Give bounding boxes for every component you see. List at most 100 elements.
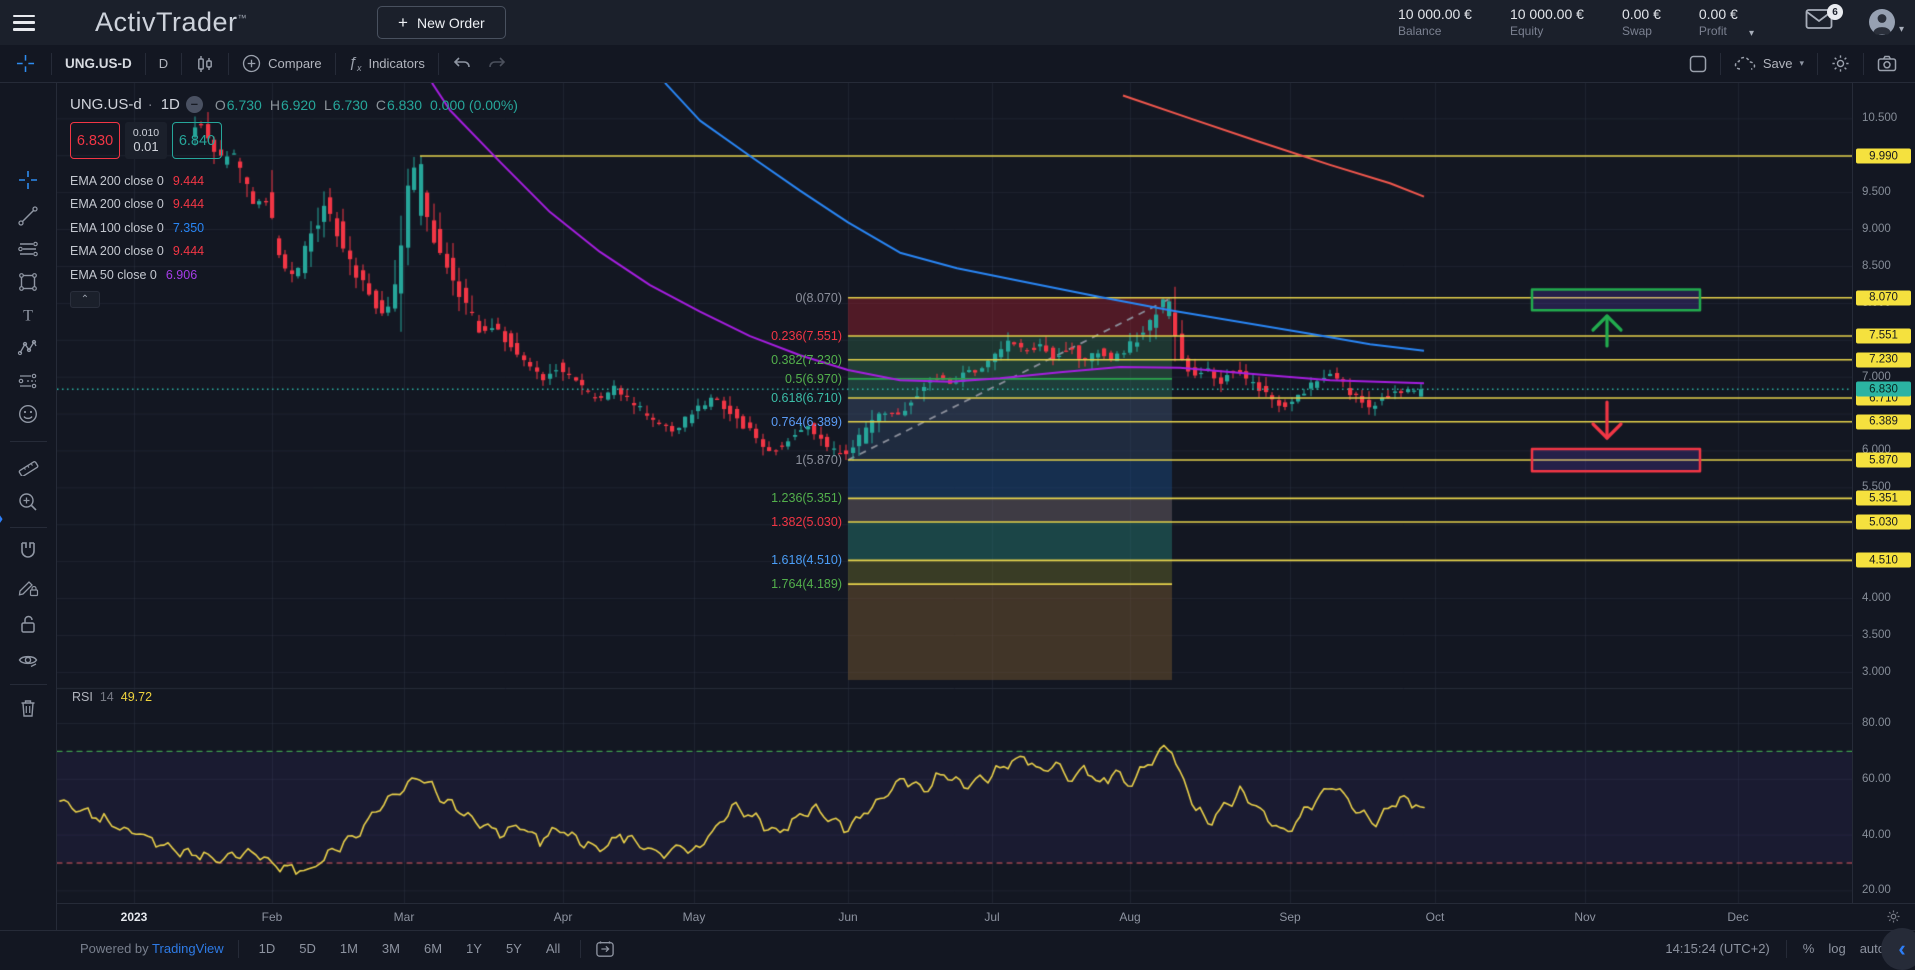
left-panel-expander[interactable]: › <box>0 505 3 531</box>
indicator-row[interactable]: EMA 50 close 06.906 <box>70 263 518 287</box>
time-axis[interactable]: 2023FebMarAprMayJunJulAugSepOctNovDec <box>0 903 1915 930</box>
new-order-button[interactable]: + New Order <box>377 6 506 39</box>
redo-button[interactable] <box>485 45 520 83</box>
screenshot-button[interactable] <box>1864 45 1915 83</box>
undo-button[interactable] <box>439 45 485 83</box>
tradingview-link[interactable]: TradingView <box>152 941 224 956</box>
indicator-value: 9.444 <box>173 244 204 258</box>
compare-button[interactable]: Compare <box>229 45 334 83</box>
emoji-icon <box>17 403 39 425</box>
current-price-tag: 6.830 <box>1856 382 1911 397</box>
hide-series-icon[interactable]: – <box>186 96 203 113</box>
layout-button[interactable] <box>1676 45 1720 83</box>
crosshair-tool[interactable] <box>11 163 45 197</box>
indicator-row[interactable]: EMA 100 close 07.350 <box>70 216 518 240</box>
range-button-5d[interactable]: 5D <box>293 938 322 959</box>
log-scale-button[interactable]: log <box>1828 941 1845 956</box>
range-button-6m[interactable]: 6M <box>418 938 448 959</box>
forecast-icon <box>17 370 39 392</box>
zoom-in-tool[interactable] <box>11 485 45 519</box>
stat-value: 0.00 € <box>1622 6 1661 24</box>
time-axis-gear-icon[interactable] <box>1886 909 1901 924</box>
price-level-tag: 5.351 <box>1856 491 1911 506</box>
lock-icon <box>17 613 39 635</box>
account-stats: 10 000.00 €Balance10 000.00 €Equity0.00 … <box>1398 0 1738 45</box>
gear-icon <box>1831 54 1850 73</box>
layout-icon <box>1689 55 1707 73</box>
right-panel-expander[interactable]: ‹ <box>1881 928 1915 970</box>
stat-label: Equity <box>1510 24 1584 39</box>
notification-badge: 6 <box>1827 4 1843 20</box>
hide-drawings-icon <box>17 649 39 671</box>
legend-symbol[interactable]: UNG.US-d <box>70 96 142 113</box>
horizontal-lines-tool[interactable] <box>11 232 45 266</box>
price-tick: 9.500 <box>1862 186 1891 198</box>
legend-interval: 1D <box>161 96 180 113</box>
trash-icon <box>17 697 39 719</box>
collapse-legend-button[interactable]: ⌃ <box>70 291 100 308</box>
range-button-all[interactable]: All <box>540 938 566 959</box>
indicator-label: EMA 200 close 0 <box>70 174 164 188</box>
percent-scale-button[interactable]: % <box>1803 941 1815 956</box>
save-chevron-icon: ▾ <box>1799 58 1804 69</box>
rsi-tick: 40.00 <box>1862 829 1891 841</box>
candles-icon <box>195 54 215 74</box>
xabcd-pattern-tool[interactable] <box>11 331 45 365</box>
range-button-5y[interactable]: 5Y <box>500 938 528 959</box>
indicator-row[interactable]: EMA 200 close 09.444 <box>70 169 518 193</box>
app-logo: ActivTrader™ <box>95 7 247 38</box>
draw-lock-tool[interactable] <box>11 570 45 604</box>
magnet-tool[interactable] <box>11 534 45 568</box>
text-tool[interactable]: T <box>11 298 45 332</box>
menu-icon[interactable] <box>13 15 35 31</box>
spread-display: 0.010 0.01 <box>125 122 167 159</box>
range-button-3m[interactable]: 3M <box>376 938 406 959</box>
price-tick: 10.500 <box>1862 112 1897 124</box>
lock-tool[interactable] <box>11 607 45 641</box>
price-axis[interactable]: 10.5009.5009.0008.5008.0007.0006.0005.50… <box>1852 83 1915 903</box>
time-label: Feb <box>262 910 283 924</box>
profit-chevron-icon[interactable]: ▾ <box>1749 28 1754 39</box>
stat-swap: 0.00 €Swap <box>1622 6 1661 39</box>
user-menu-button[interactable]: ▾ <box>1868 8 1904 36</box>
buy-button[interactable]: 6.840 <box>172 122 222 159</box>
ruler-tool[interactable] <box>11 448 45 482</box>
forecast-tool[interactable] <box>11 364 45 398</box>
range-button-1y[interactable]: 1Y <box>460 938 488 959</box>
chart-style-button[interactable] <box>182 45 228 83</box>
interval-button[interactable]: D <box>146 45 181 83</box>
stat-profit: 0.00 €Profit <box>1699 6 1738 39</box>
symbol-button[interactable]: UNG.US-D <box>52 45 145 83</box>
chart-settings-button[interactable] <box>1818 45 1863 83</box>
go-to-date-icon[interactable] <box>595 940 615 958</box>
price-tick: 8.500 <box>1862 260 1891 272</box>
indicator-row[interactable]: EMA 200 close 09.444 <box>70 193 518 217</box>
trash-tool[interactable] <box>11 691 45 725</box>
crosshair-mode-button[interactable] <box>0 45 51 83</box>
indicators-button[interactable]: ƒx Indicators <box>336 45 438 83</box>
app-header: ActivTrader™ + New Order 10 000.00 €Bala… <box>0 0 1915 45</box>
sell-button[interactable]: 6.830 <box>70 122 120 159</box>
save-button[interactable]: Save ▾ <box>1721 45 1817 83</box>
range-button-1d[interactable]: 1D <box>253 938 282 959</box>
emoji-tool[interactable] <box>11 397 45 431</box>
rsi-tick: 60.00 <box>1862 773 1891 785</box>
time-label: Apr <box>554 910 573 924</box>
stat-label: Balance <box>1398 24 1472 39</box>
price-tick: 4.000 <box>1862 592 1891 604</box>
notifications-button[interactable]: 6 <box>1805 8 1839 38</box>
hide-drawings-tool[interactable] <box>11 643 45 677</box>
time-label: Aug <box>1119 910 1140 924</box>
bottom-bar: Powered by TradingView 1D5D1M3M6M1Y5YAll… <box>0 930 1915 966</box>
compare-plus-icon <box>242 54 261 73</box>
svg-text:T: T <box>23 308 33 325</box>
change-value: 0.000 (0.00%) <box>430 97 518 113</box>
text-icon: T <box>17 304 39 326</box>
rsi-legend: RSI 14 49.72 <box>72 690 152 704</box>
rectangle-tool[interactable] <box>11 265 45 299</box>
range-button-1m[interactable]: 1M <box>334 938 364 959</box>
redo-icon <box>487 56 507 72</box>
clock[interactable]: 14:15:24 (UTC+2) <box>1665 941 1769 956</box>
trend-line-tool[interactable] <box>11 199 45 233</box>
indicator-row[interactable]: EMA 200 close 09.444 <box>70 240 518 264</box>
